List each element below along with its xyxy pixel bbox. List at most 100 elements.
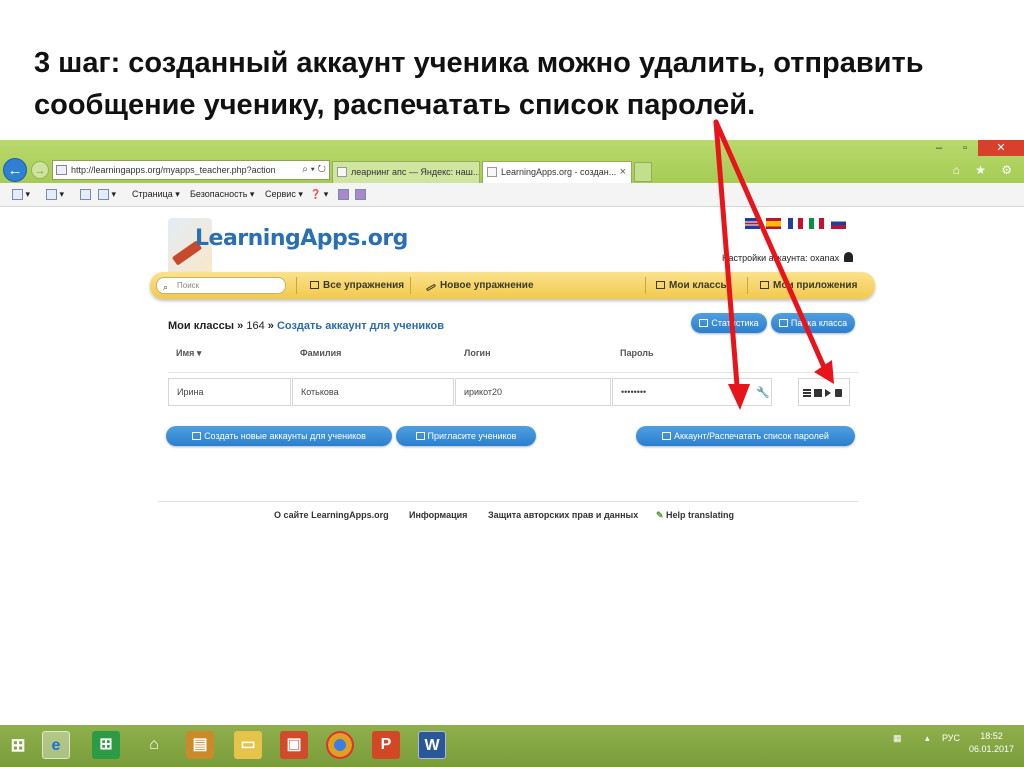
language-indicator[interactable]: РУС xyxy=(942,733,960,743)
internet-explorer-icon[interactable]: e xyxy=(42,731,70,759)
tab-learningapps[interactable]: LearningApps.org - создан... × xyxy=(482,161,632,183)
maximize-button[interactable]: ▫ xyxy=(952,140,978,156)
statistics-button[interactable]: Статистика xyxy=(691,313,767,333)
password-field[interactable]: •••••••• xyxy=(612,378,772,406)
menu-new-exercise[interactable]: Новое упражнение xyxy=(425,272,534,299)
breadcrumb-class-id[interactable]: 164 xyxy=(246,320,264,332)
class-folder-button[interactable]: Папка класса xyxy=(771,313,855,333)
mail-icon[interactable] xyxy=(814,389,822,397)
logo-text: LearningApps.org xyxy=(195,226,408,251)
ru-flag-icon[interactable] xyxy=(830,218,846,229)
trash-icon[interactable] xyxy=(835,389,842,397)
header-divider xyxy=(168,372,858,373)
new-tab-button[interactable] xyxy=(634,162,652,182)
forward-arrow-icon[interactable]: → xyxy=(31,161,49,179)
tab-close-icon[interactable]: × xyxy=(620,162,626,182)
menu-divider xyxy=(410,277,411,294)
print-passwords-button[interactable]: Аккаунт/Распечатать список паролей xyxy=(636,426,855,446)
account-settings-link[interactable]: Настройки аккаунта: oxanax xyxy=(722,252,854,263)
first-name-field[interactable]: Ирина xyxy=(168,378,291,406)
login-field[interactable]: ирикот20 xyxy=(455,378,611,406)
chart-icon xyxy=(699,319,709,327)
start-windows-icon[interactable]: ⊞ xyxy=(4,731,32,759)
home-favorites-settings-icons[interactable]: ⌂ ★ ⚙ xyxy=(953,163,1018,177)
grid-icon xyxy=(310,281,319,289)
print-icon[interactable]: ▾ xyxy=(98,189,116,201)
menu-all-exercises[interactable]: Все упражнения xyxy=(310,272,404,299)
column-header-password: Пароль xyxy=(620,348,654,358)
help-menu[interactable]: ❓ ▾ xyxy=(310,189,328,200)
page-favicon-icon xyxy=(487,167,497,177)
breadcrumb: Мои классы » 164 » Создать аккаунт для у… xyxy=(168,320,444,332)
web-page: LearningApps.org Настройки аккаунта: oxa… xyxy=(0,208,1024,725)
keyboard-icon[interactable]: ▦ xyxy=(893,733,902,744)
breadcrumb-current: Создать аккаунт для учеников xyxy=(276,320,444,332)
login-icon xyxy=(415,432,425,440)
browser-window: ‒ ▫ ✕ ← → http://learningapps.org/myapps… xyxy=(0,140,1024,767)
media-icon[interactable]: ▣ xyxy=(280,731,308,759)
windows-taskbar: ⊞ e ⊞ ⌂ ▤ ▭ ▣ P W ▦ ▴ РУС 18:52 06.01.20… xyxy=(0,725,1024,767)
command-bar: ▾ ▾ ▾ Страница ▾ Безопасность ▾ Сервис ▾… xyxy=(0,183,1024,207)
home-icon[interactable]: ▾ xyxy=(12,189,30,201)
clock[interactable]: 18:52 06.01.2017 xyxy=(969,730,1014,756)
tab-label: леарнинг апс — Яндекс: наш... xyxy=(351,167,480,177)
footer-about-link[interactable]: О сайте LearningApps.org xyxy=(274,510,389,520)
folder-icon[interactable]: ▭ xyxy=(234,731,262,759)
it-flag-icon[interactable] xyxy=(809,218,825,229)
tray-arrow-icon[interactable]: ▴ xyxy=(925,733,930,744)
minimize-button[interactable]: ‒ xyxy=(926,140,952,156)
page-icon xyxy=(56,165,67,175)
mail-icon[interactable] xyxy=(80,189,91,201)
onenote-icon[interactable] xyxy=(338,189,349,201)
feeds-icon[interactable]: ▾ xyxy=(46,189,64,201)
search-refresh-icons[interactable]: ⌕ ▾ ↻ xyxy=(302,161,326,179)
search-icon: ⌕ xyxy=(163,282,169,292)
word-icon[interactable]: W xyxy=(418,731,446,759)
add-user-icon xyxy=(192,432,202,440)
send-icon[interactable] xyxy=(825,389,831,397)
fr-flag-icon[interactable] xyxy=(787,218,803,229)
search-input[interactable]: ⌕ Поиск xyxy=(156,277,286,294)
tab-label: LearningApps.org - создан... xyxy=(501,167,617,177)
invite-students-button[interactable]: Пригласите учеников xyxy=(396,426,536,446)
uk-flag-icon[interactable] xyxy=(745,218,760,229)
folder-icon xyxy=(778,319,788,327)
column-header-login: Логин xyxy=(464,348,491,358)
page-menu[interactable]: Страница ▾ xyxy=(132,189,180,200)
back-arrow-icon[interactable]: ← xyxy=(3,158,27,182)
list-icon[interactable] xyxy=(803,389,811,397)
printer-icon xyxy=(662,432,672,440)
column-header-name[interactable]: Имя ▾ xyxy=(176,348,201,359)
home-icon[interactable]: ⌂ xyxy=(140,731,168,759)
clock-date: 06.01.2017 xyxy=(968,744,1014,754)
user-icon xyxy=(844,252,854,262)
footer-info-link[interactable]: Информация xyxy=(409,510,467,520)
service-menu[interactable]: Сервис ▾ xyxy=(265,189,303,200)
store-icon[interactable]: ⊞ xyxy=(92,731,120,759)
es-flag-icon[interactable] xyxy=(766,218,782,229)
chrome-icon[interactable] xyxy=(326,731,354,759)
menu-my-classes[interactable]: Мои классы xyxy=(656,272,729,299)
close-button[interactable]: ✕ xyxy=(978,140,1024,156)
address-url: http://learningapps.org/myapps_teacher.p… xyxy=(71,165,276,175)
menu-my-apps[interactable]: Мои приложения xyxy=(760,272,857,299)
app-icon[interactable]: ▤ xyxy=(186,731,214,759)
wrench-icon[interactable]: 🔧 xyxy=(756,386,770,399)
create-accounts-button[interactable]: Создать новые аккаунты для учеников xyxy=(166,426,392,446)
powerpoint-icon[interactable]: P xyxy=(372,731,400,759)
footer-privacy-link[interactable]: Защита авторских прав и данных xyxy=(488,510,638,520)
row-actions xyxy=(798,378,850,406)
edit-icon: ✎ xyxy=(656,510,667,520)
yandex-favicon-icon xyxy=(337,167,347,177)
address-bar[interactable]: http://learningapps.org/myapps_teacher.p… xyxy=(52,160,330,180)
account-settings-label: Настройки аккаунта: oxanax xyxy=(722,253,840,263)
footer-help-translating-link[interactable]: ✎ Help translating xyxy=(656,510,734,521)
onenote-linked-icon[interactable] xyxy=(355,189,366,201)
last-name-field[interactable]: Котькова xyxy=(292,378,454,406)
breadcrumb-my-classes[interactable]: Мои классы xyxy=(168,320,234,332)
learningapps-logo[interactable]: LearningApps.org xyxy=(168,214,408,280)
menu-divider xyxy=(645,277,646,294)
safety-menu[interactable]: Безопасность ▾ xyxy=(190,189,254,200)
tab-yandex[interactable]: леарнинг апс — Яндекс: наш... xyxy=(332,161,480,183)
column-header-surname: Фамилия xyxy=(300,348,342,358)
